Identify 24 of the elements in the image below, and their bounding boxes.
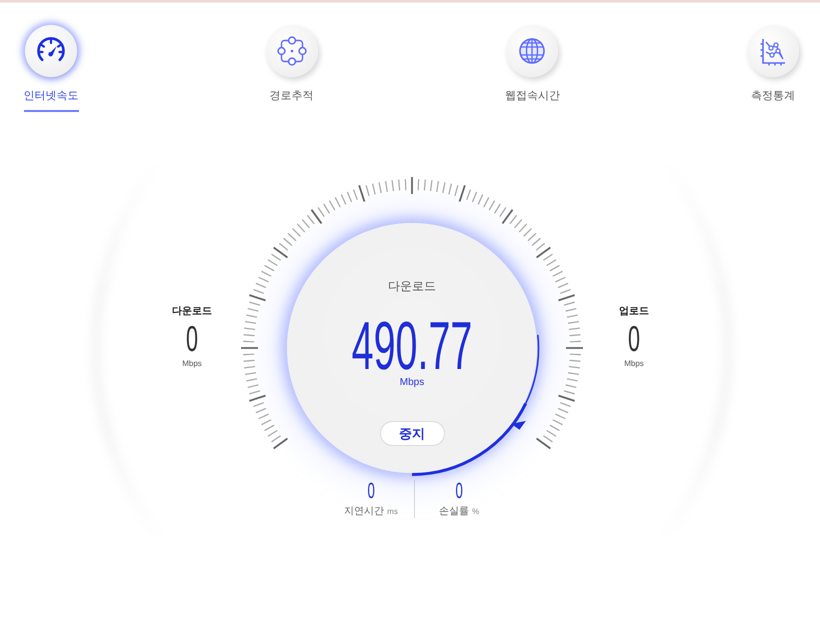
- latency-value: 0: [367, 480, 375, 502]
- upload-value: 0: [628, 321, 640, 357]
- speed-value: 490.77: [352, 314, 472, 378]
- stop-button[interactable]: 중지: [380, 421, 444, 446]
- download-label: 다운로드: [172, 305, 212, 319]
- tab[interactable]: 인터넷속도: [19, 25, 83, 112]
- globe-icon: [506, 25, 558, 77]
- loss-label: 손실률: [438, 506, 469, 518]
- loss-value: 0: [455, 480, 463, 502]
- gauge-label: 다운로드: [388, 278, 436, 294]
- loss-unit: %: [472, 507, 480, 517]
- upload-unit: Mbps: [624, 359, 644, 369]
- upload-label: 업로드: [619, 305, 649, 319]
- latency-label: 지연시간: [344, 506, 384, 518]
- network-nodes-icon: [266, 25, 318, 77]
- tab[interactable]: 경로추적: [260, 25, 324, 112]
- tab[interactable]: 측정통계: [740, 25, 805, 112]
- latency-unit: ms: [387, 507, 398, 517]
- chart-icon: [746, 25, 799, 77]
- speed-unit: Mbps: [400, 376, 424, 389]
- download-unit: Mbps: [182, 359, 202, 369]
- download-value: 0: [186, 321, 198, 357]
- tab[interactable]: 웹접속시간: [500, 25, 564, 112]
- speedometer-icon: [25, 25, 77, 77]
